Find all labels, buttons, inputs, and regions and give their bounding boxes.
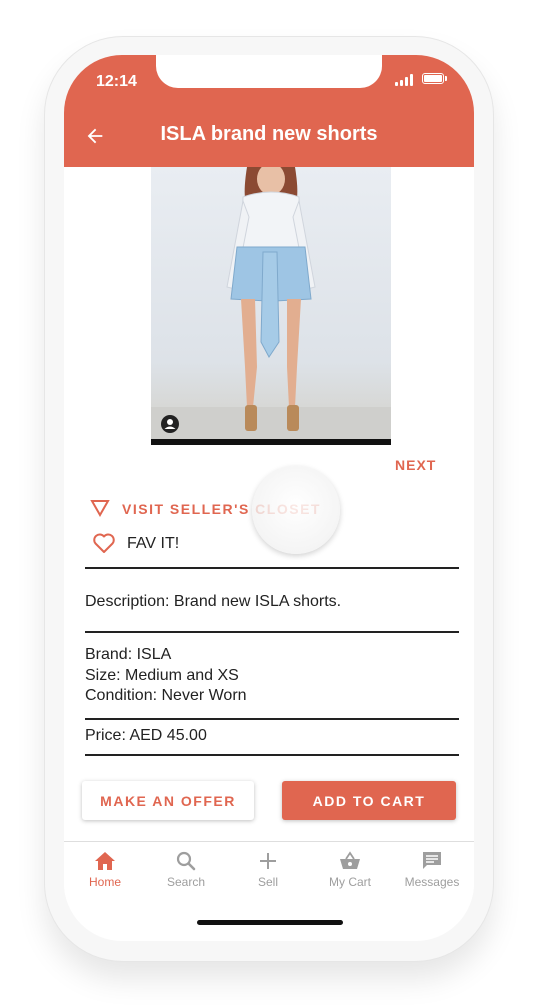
nav-label-sell: Sell [257, 875, 278, 889]
home-indicator [197, 920, 343, 925]
visit-closet-link[interactable]: VISIT SELLER'S CLOSET [90, 499, 319, 521]
user-icon[interactable] [161, 415, 179, 433]
app-screen: 12:14 ISLA brand new shorts NEXT VISIT S… [64, 55, 474, 941]
nav-item-messages[interactable]: Messages [392, 850, 472, 889]
divider [85, 567, 459, 569]
image-indicator-bar [151, 439, 391, 445]
nav-item-home[interactable]: Home [65, 850, 145, 889]
divider [85, 754, 459, 756]
product-image[interactable] [151, 167, 391, 445]
triangle-down-icon [90, 500, 110, 518]
nav-label-home: Home [88, 875, 121, 889]
search-icon [176, 851, 196, 871]
divider [85, 718, 459, 720]
signal-icon [395, 74, 415, 86]
nav-item-search[interactable]: Search [146, 850, 226, 889]
app-header: 12:14 ISLA brand new shorts [64, 55, 474, 167]
nav-label-messages: Messages [404, 875, 460, 889]
nav-label-cart: My Cart [329, 875, 371, 889]
heart-icon [93, 533, 115, 553]
nav-item-sell[interactable]: Sell [228, 850, 308, 889]
page-title: ISLA brand new shorts [160, 123, 378, 145]
next-button[interactable]: NEXT [395, 457, 436, 473]
status-time: 12:14 [96, 73, 137, 90]
description-text: Description: Brand new ISLA shorts. [85, 593, 342, 610]
brand-text: Brand: ISLA [85, 646, 172, 663]
plus-icon [260, 853, 276, 869]
home-icon [95, 852, 115, 870]
condition-text: Condition: Never Worn [85, 687, 247, 704]
make-offer-button[interactable]: MAKE AN OFFER [82, 781, 254, 820]
message-icon [423, 852, 441, 869]
fav-label: FAV IT! [127, 535, 180, 552]
divider [85, 631, 459, 633]
battery-icon [422, 73, 444, 84]
touch-indicator [252, 466, 340, 554]
fav-button[interactable]: FAV IT! [92, 532, 179, 556]
bottom-nav: Home Search Sell My Cart Messages [64, 841, 474, 902]
nav-label-search: Search [166, 875, 206, 889]
add-to-cart-button[interactable]: ADD TO CART [282, 781, 456, 820]
price-text: Price: AED 45.00 [85, 727, 207, 744]
device-notch [156, 55, 382, 88]
product-photo [151, 167, 391, 439]
nav-item-cart[interactable]: My Cart [310, 850, 390, 889]
battery-tip [445, 76, 447, 81]
size-text: Size: Medium and XS [85, 667, 239, 684]
basket-icon [340, 851, 360, 869]
